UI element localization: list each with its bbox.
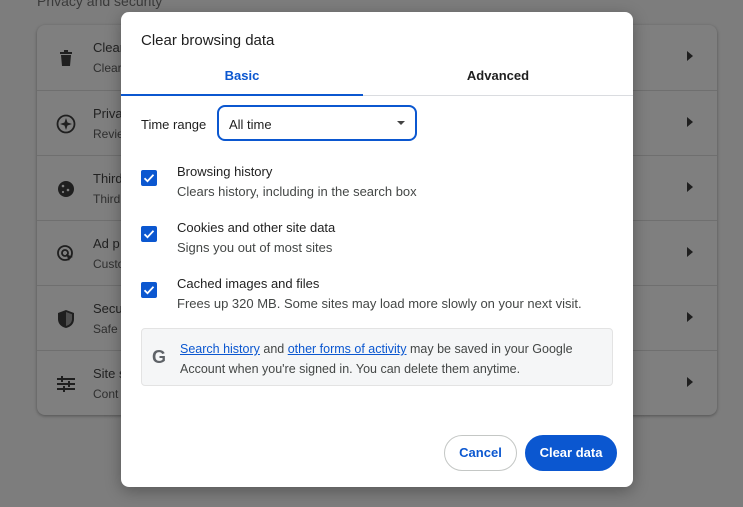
browsing-history-checkbox[interactable] — [141, 170, 157, 186]
row-subtitle: Custo — [93, 257, 125, 271]
row-title: Priva — [93, 106, 123, 121]
trash-icon — [55, 47, 77, 69]
row-subtitle: Clear — [93, 61, 122, 75]
row-subtitle: Third — [93, 192, 121, 206]
tab-basic[interactable]: Basic — [121, 64, 363, 96]
chevron-right-icon — [687, 247, 693, 257]
option-cookies: Cookies and other site data Signs you ou… — [141, 220, 621, 264]
cookies-checkbox[interactable] — [141, 226, 157, 242]
section-title: Privacy and security — [37, 0, 163, 9]
row-title: Third — [93, 171, 123, 186]
option-description: Clears history, including in the search … — [177, 184, 417, 199]
option-title: Cached images and files — [177, 276, 320, 291]
clear-data-button[interactable]: Clear data — [525, 435, 617, 471]
row-subtitle: Safe — [93, 322, 118, 336]
cancel-button[interactable]: Cancel — [444, 435, 517, 471]
tab-bar: Basic Advanced — [121, 64, 633, 96]
option-cached-images: Cached images and files Frees up 320 MB.… — [141, 276, 621, 320]
shield-icon — [55, 308, 77, 330]
row-subtitle: Revie — [93, 127, 124, 141]
row-title: Clear — [93, 40, 125, 55]
info-text: Search history and other forms of activi… — [180, 339, 600, 379]
option-description: Frees up 320 MB. Some sites may load mor… — [177, 296, 582, 311]
other-activity-link[interactable]: other forms of activity — [288, 342, 407, 356]
dialog-title: Clear browsing data — [141, 32, 275, 49]
row-title: Secu — [93, 301, 123, 316]
clear-browsing-data-dialog: Clear browsing data Basic Advanced Time … — [121, 12, 633, 487]
row-title: Ad p — [93, 236, 120, 251]
search-history-link[interactable]: Search history — [180, 342, 260, 356]
cookie-icon — [55, 178, 77, 200]
tab-advanced[interactable]: Advanced — [377, 64, 619, 96]
chevron-right-icon — [687, 51, 693, 61]
cached-images-checkbox[interactable] — [141, 282, 157, 298]
chevron-right-icon — [687, 182, 693, 192]
privacy-guide-icon — [55, 113, 77, 135]
time-range-label: Time range — [141, 117, 207, 132]
google-g-icon: G — [152, 347, 167, 367]
tab-selected-indicator — [121, 94, 363, 96]
option-title: Cookies and other site data — [177, 220, 336, 235]
ad-privacy-icon — [55, 243, 77, 265]
time-range-select[interactable]: All time — [217, 105, 417, 141]
option-description: Signs you out of most sites — [177, 240, 333, 255]
option-browsing-history: Browsing history Clears history, includi… — [141, 164, 621, 208]
info-and: and — [259, 342, 288, 356]
chevron-right-icon — [687, 377, 693, 387]
row-subtitle: Cont — [93, 387, 119, 401]
tune-icon — [55, 373, 77, 395]
option-title: Browsing history — [177, 164, 273, 179]
google-account-info-box: G Search history and other forms of acti… — [141, 328, 613, 386]
time-range-value: All time — [229, 117, 272, 132]
chevron-right-icon — [687, 117, 693, 127]
chevron-right-icon — [687, 312, 693, 322]
dropdown-arrow-icon — [397, 121, 405, 125]
